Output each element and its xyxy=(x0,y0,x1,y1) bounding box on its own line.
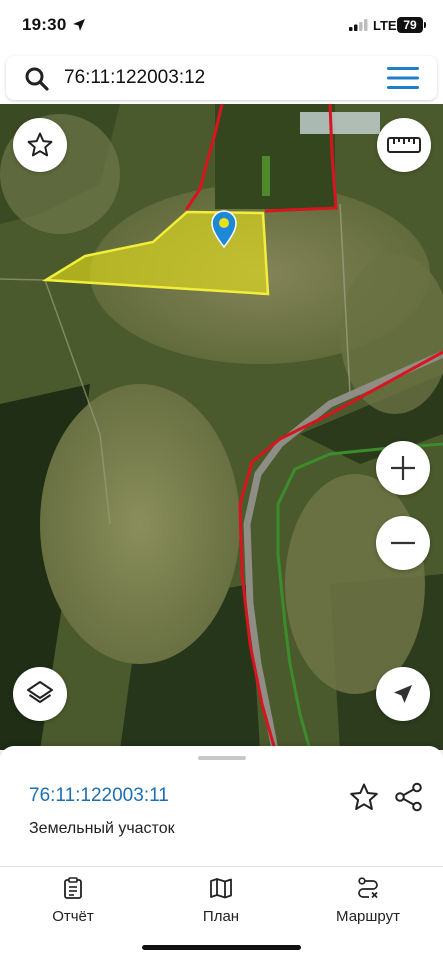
search-bar xyxy=(6,56,437,100)
location-arrow-icon xyxy=(73,19,85,31)
my-location-button[interactable] xyxy=(376,667,430,721)
parcel-type-label: Земельный участок xyxy=(29,820,175,837)
sheet-drag-handle[interactable] xyxy=(198,756,246,760)
parcel-number-link[interactable]: 76:11:122003:11 xyxy=(29,785,169,807)
home-indicator[interactable] xyxy=(142,945,301,950)
settlement-area xyxy=(300,112,380,134)
route-icon xyxy=(358,877,378,899)
status-bar: 19:30 LTE 79 xyxy=(0,0,443,52)
zoom-out-button[interactable] xyxy=(376,516,430,570)
tab-route[interactable]: Маршрут xyxy=(313,875,423,935)
minus-icon xyxy=(391,541,415,545)
parcel-info-sheet[interactable]: 76:11:122003:11 Земельный участок xyxy=(0,746,443,866)
share-icon[interactable] xyxy=(393,781,425,813)
signal-bars-icon xyxy=(349,19,368,31)
search-icon[interactable] xyxy=(24,66,50,92)
clipboard-icon xyxy=(64,877,82,899)
layers-button[interactable] xyxy=(13,667,67,721)
layers-icon xyxy=(27,681,53,703)
field-area xyxy=(40,384,240,664)
status-time: 19:30 xyxy=(22,15,67,34)
ruler-icon xyxy=(387,137,421,153)
field-area xyxy=(285,474,425,694)
hamburger-menu-icon[interactable] xyxy=(387,67,419,89)
tab-route-label: Маршрут xyxy=(336,908,400,925)
tab-report-label: Отчёт xyxy=(52,908,94,925)
settlement-area xyxy=(262,156,270,196)
star-icon xyxy=(27,132,53,157)
zoom-in-button[interactable] xyxy=(376,441,430,495)
search-input[interactable] xyxy=(64,64,364,92)
map-canvas[interactable] xyxy=(0,104,443,750)
network-type: LTE xyxy=(373,18,397,33)
tab-report[interactable]: Отчёт xyxy=(18,875,128,935)
favorite-button[interactable] xyxy=(13,118,67,172)
satellite-map[interactable] xyxy=(0,104,443,750)
tab-plan-label: План xyxy=(202,908,240,925)
navigation-arrow-icon xyxy=(394,685,412,703)
star-icon[interactable] xyxy=(348,781,380,813)
plus-icon xyxy=(391,456,415,480)
battery-indicator: 79 xyxy=(397,17,426,33)
tab-plan[interactable]: План xyxy=(166,875,276,935)
map-icon xyxy=(210,878,232,899)
measure-button[interactable] xyxy=(377,118,431,172)
